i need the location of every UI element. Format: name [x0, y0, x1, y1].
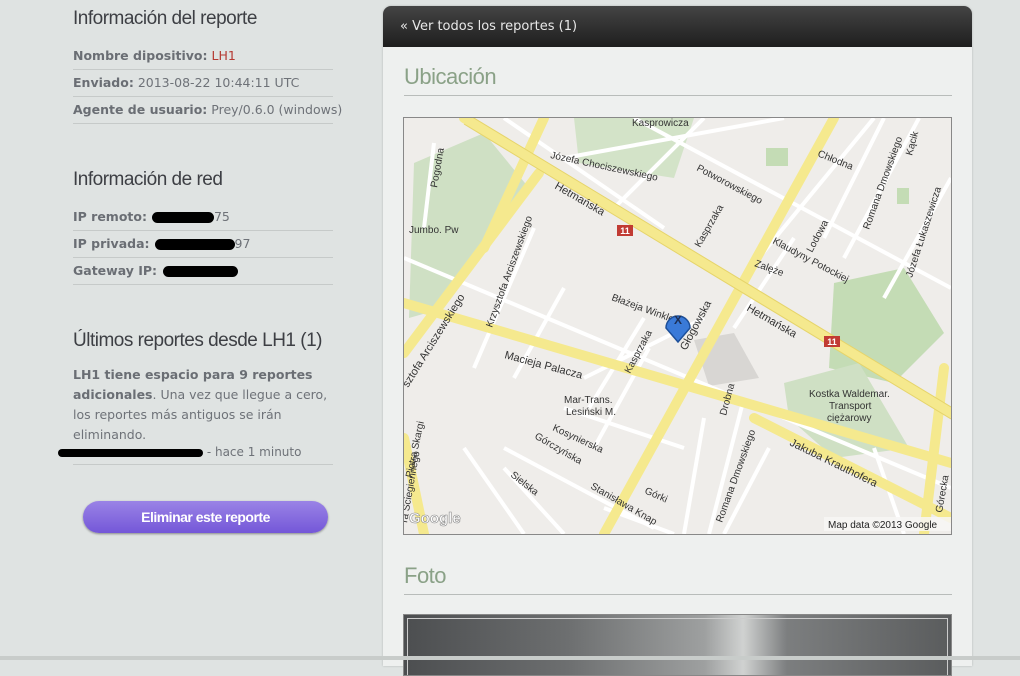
map-canvas[interactable]: 11 11 Hetmańska Hetmańska Głogowska Maci… — [404, 118, 951, 534]
remote-ip-label: IP remoto: — [73, 209, 147, 224]
sidebar: Información del reporte Nombre dipositiv… — [0, 0, 345, 660]
map-attribution: Map data ©2013 Google — [828, 520, 938, 531]
private-ip-row: IP privada: 97 — [73, 230, 333, 258]
network-info-title: Información de red — [73, 169, 223, 190]
poi-label: Transport — [829, 401, 872, 412]
private-ip-suffix: 97 — [234, 236, 251, 251]
bottom-edge — [0, 656, 1020, 660]
location-map[interactable]: 11 11 Hetmańska Hetmańska Głogowska Maci… — [403, 117, 952, 535]
remote-ip-row: IP remoto: 75 — [73, 203, 333, 231]
redaction-mark — [58, 448, 203, 457]
recent-reports-title: Últimos reportes desde LH1 (1) — [73, 330, 323, 351]
panel-header: « Ver todos los reportes (1) — [383, 6, 972, 47]
gateway-ip-label: Gateway IP: — [73, 263, 158, 278]
poi-label: Jumbo. Pw — [409, 225, 459, 236]
user-agent-row: Agente de usuario: Prey/0.6.0 (windows) — [73, 96, 342, 124]
gateway-ip-row: Gateway IP: — [73, 257, 333, 285]
private-ip-label: IP privada: — [73, 236, 150, 251]
redaction-mark — [151, 212, 214, 223]
remote-ip-suffix: 75 — [213, 209, 230, 224]
street-label: Kasprowicza — [632, 118, 689, 129]
report-photo[interactable] — [403, 614, 952, 676]
park-area — [766, 148, 788, 166]
device-name-row: Nombre dipositivo: LH1 — [73, 42, 333, 70]
marker-label: X — [674, 313, 682, 327]
view-all-reports-link[interactable]: « Ver todos los reportes (1) — [400, 19, 577, 34]
photo-frame — [407, 618, 948, 675]
delete-report-button[interactable]: Eliminar este reporte — [83, 501, 328, 533]
user-agent-label: Agente de usuario: — [73, 102, 208, 117]
sent-value: 2013-08-22 10:44:11 UTC — [137, 75, 300, 90]
device-name-value: LH1 — [211, 48, 236, 63]
route-badge-label: 11 — [827, 337, 837, 347]
capacity-text: LH1 tiene espacio para 9 reportes adicio… — [73, 365, 335, 445]
poi-label: Kostka Waldemar. — [809, 389, 890, 400]
location-title: Ubicación — [404, 64, 952, 96]
sent-label: Enviado: — [73, 75, 134, 90]
redaction-mark — [154, 239, 235, 250]
report-panel: « Ver todos los reportes (1) Ubicación 1… — [383, 6, 972, 676]
device-name-label: Nombre dipositivo: — [73, 48, 208, 63]
sent-row: Enviado: 2013-08-22 10:44:11 UTC — [73, 69, 333, 97]
poi-label: ciężarowy — [827, 413, 871, 424]
report-info-title: Información del reporte — [73, 8, 257, 29]
recent-report-time: - hace 1 minuto — [206, 445, 302, 459]
poi-label: Mar-Trans. — [564, 395, 613, 406]
photo-title: Foto — [404, 563, 952, 595]
recent-report-entry[interactable]: - hace 1 minuto — [58, 440, 333, 465]
route-badge-label: 11 — [620, 226, 630, 236]
poi-label: Lesiński M. — [566, 407, 616, 418]
redaction-mark — [163, 266, 239, 277]
user-agent-value: Prey/0.6.0 (windows) — [211, 102, 343, 117]
park-area — [897, 188, 909, 204]
google-logo: Google — [409, 510, 461, 527]
